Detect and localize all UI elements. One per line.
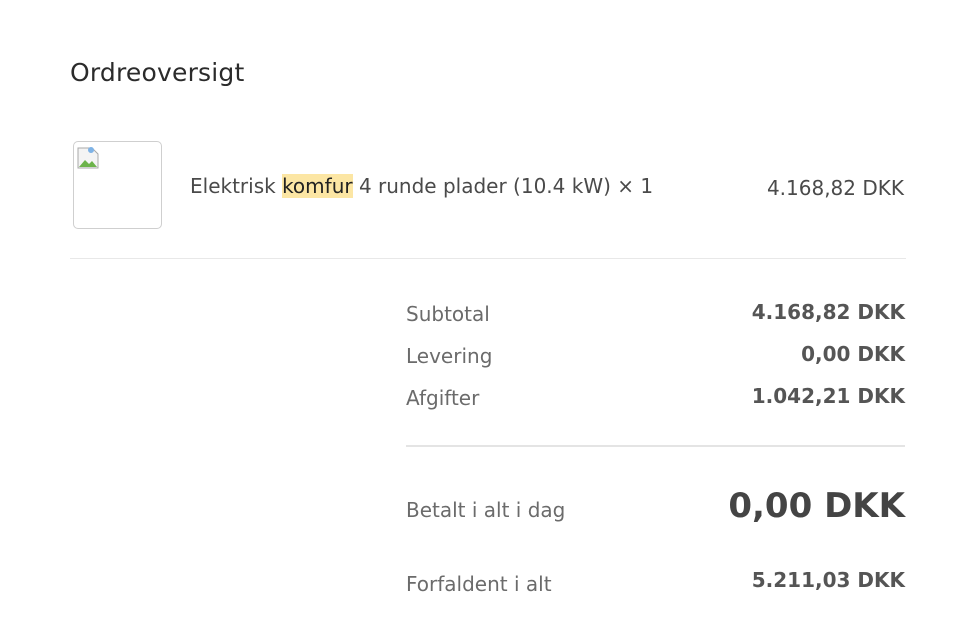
broken-image-icon xyxy=(77,147,99,169)
delivery-row: Levering 0,00 DKK xyxy=(406,342,905,372)
divider xyxy=(70,258,906,259)
summary-divider xyxy=(406,445,905,447)
fees-label: Afgifter xyxy=(406,386,480,410)
page-title: Ordreoversigt xyxy=(70,58,245,87)
total-due-label: Forfaldent i alt xyxy=(406,572,552,596)
subtotal-label: Subtotal xyxy=(406,302,490,326)
subtotal-row: Subtotal 4.168,82 DKK xyxy=(406,300,905,330)
delivery-value: 0,00 DKK xyxy=(801,342,905,366)
product-price: 4.168,82 DKK xyxy=(766,176,904,200)
fees-row: Afgifter 1.042,21 DKK xyxy=(406,384,905,414)
product-thumbnail xyxy=(73,141,162,229)
total-due-row: Forfaldent i alt 5.211,03 DKK xyxy=(406,568,905,598)
subtotal-value: 4.168,82 DKK xyxy=(751,300,905,324)
paid-today-row: Betalt i alt i dag 0,00 DKK xyxy=(406,486,905,532)
product-name-prefix: Elektrisk xyxy=(190,174,283,198)
delivery-label: Levering xyxy=(406,344,493,368)
product-name-suffix: 4 runde plader (10.4 kW) × 1 xyxy=(352,174,654,198)
product-name: Elektrisk komfur 4 runde plader (10.4 kW… xyxy=(190,174,653,198)
fees-value: 1.042,21 DKK xyxy=(751,384,905,408)
paid-today-label: Betalt i alt i dag xyxy=(406,498,566,522)
paid-today-value: 0,00 DKK xyxy=(728,486,905,526)
total-due-value: 5.211,03 DKK xyxy=(751,568,905,592)
search-highlight: komfur xyxy=(282,174,353,198)
